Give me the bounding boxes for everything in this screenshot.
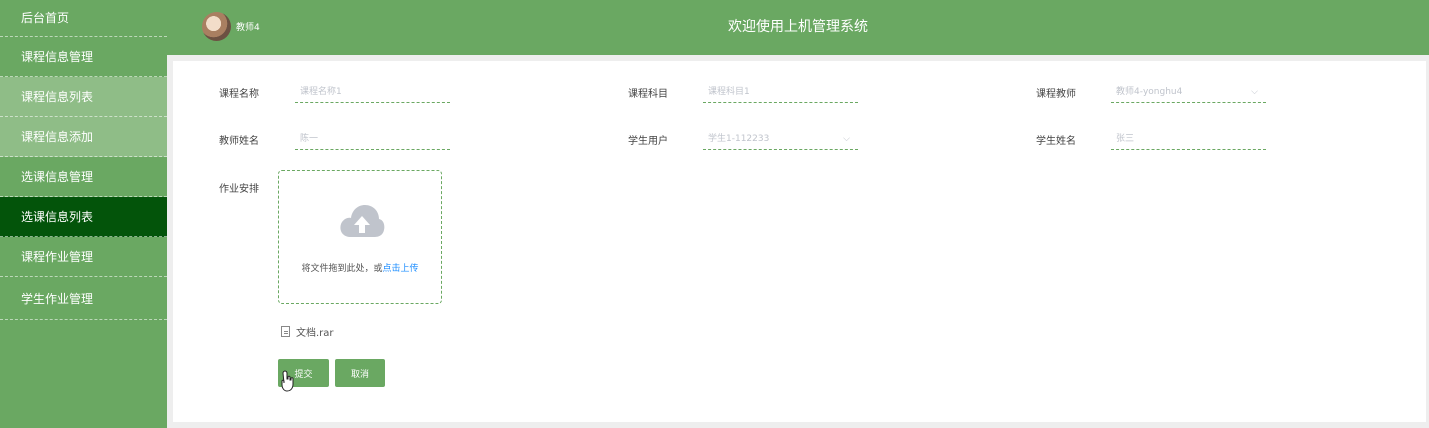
- uploaded-file[interactable]: 文档.rar: [281, 324, 334, 339]
- course-subject-input[interactable]: 课程科目1: [703, 81, 858, 103]
- course-teacher-value: 教师4-yonghu4: [1116, 87, 1183, 97]
- cloud-upload-icon: [340, 205, 385, 237]
- chevron-down-icon: ⌵: [1251, 87, 1258, 97]
- sidebar-item-course-selection-management[interactable]: 选课信息管理: [0, 157, 167, 197]
- teacher-name-label: 教师姓名: [219, 136, 259, 147]
- app: 后台首页 课程信息管理 课程信息列表 课程信息添加 选课信息管理 选课信息列表 …: [0, 0, 1429, 428]
- hand-cursor-icon: [281, 370, 294, 392]
- course-subject-label: 课程科目: [628, 89, 668, 100]
- sidebar-item-course-homework-management[interactable]: 课程作业管理: [0, 237, 167, 277]
- sidebar-item-student-homework-management[interactable]: 学生作业管理: [0, 277, 167, 320]
- teacher-name-input[interactable]: 陈一: [295, 128, 450, 150]
- student-name-input[interactable]: 张三: [1111, 128, 1266, 150]
- upload-hint: 将文件拖到此处，或点击上传: [279, 261, 441, 274]
- sidebar-item-course-info-list[interactable]: 课程信息列表: [0, 77, 167, 117]
- uploaded-file-name: 文档.rar: [296, 328, 334, 339]
- student-name-label: 学生姓名: [1036, 136, 1076, 147]
- sidebar-item-course-selection-list[interactable]: 选课信息列表: [0, 197, 167, 237]
- cancel-button[interactable]: 取消: [335, 359, 385, 387]
- homework-label: 作业安排: [219, 184, 259, 195]
- chevron-down-icon: ⌵: [843, 134, 850, 144]
- course-teacher-select[interactable]: 教师4-yonghu4 ⌵: [1111, 81, 1266, 103]
- sidebar-item-course-info-add[interactable]: 课程信息添加: [0, 117, 167, 157]
- header: 教师4 欢迎使用上机管理系统: [167, 0, 1429, 55]
- course-name-input[interactable]: 课程名称1: [295, 81, 450, 103]
- upload-hint-text: 将文件拖到此处，或: [301, 264, 383, 274]
- form-panel: 课程名称 课程名称1 课程科目 课程科目1 课程教师 教师4-yonghu4 ⌵…: [173, 61, 1426, 422]
- course-name-label: 课程名称: [219, 89, 259, 100]
- document-icon: [281, 326, 290, 337]
- sidebar: 后台首页 课程信息管理 课程信息列表 课程信息添加 选课信息管理 选课信息列表 …: [0, 0, 167, 428]
- file-upload-dropzone[interactable]: 将文件拖到此处，或点击上传: [278, 170, 442, 304]
- student-user-label: 学生用户: [628, 136, 668, 147]
- sidebar-item-course-info-management[interactable]: 课程信息管理: [0, 37, 167, 77]
- student-user-select[interactable]: 学生1-112233 ⌵: [703, 128, 858, 150]
- student-user-value: 学生1-112233: [708, 134, 770, 144]
- sidebar-item-home[interactable]: 后台首页: [0, 0, 167, 37]
- course-teacher-label: 课程教师: [1036, 89, 1076, 100]
- page-title: 欢迎使用上机管理系统: [728, 19, 868, 35]
- upload-link[interactable]: 点击上传: [383, 264, 419, 274]
